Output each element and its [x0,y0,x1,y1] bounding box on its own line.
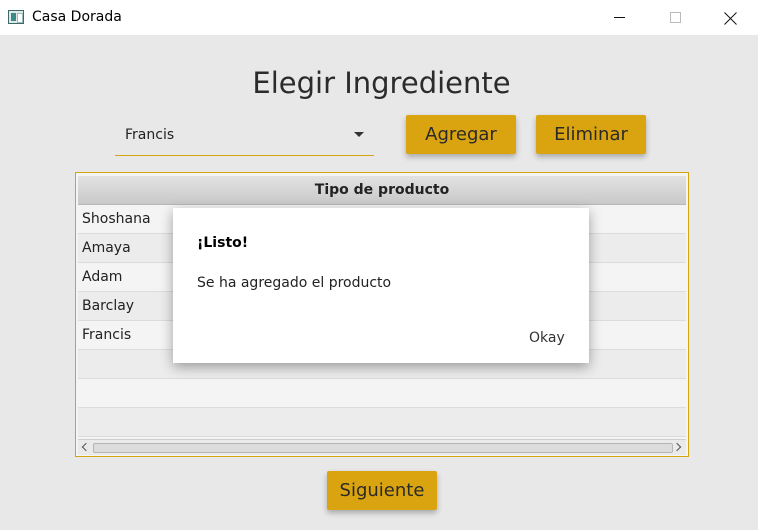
dialog-message: Se ha agregado el producto [197,275,392,291]
maximize-button[interactable] [652,0,698,35]
window-title: Casa Dorada [32,9,122,25]
close-button[interactable] [708,0,754,35]
add-button[interactable]: Agregar [406,115,516,154]
chevron-down-icon[interactable] [354,132,364,137]
title-bar: Casa Dorada [0,0,758,35]
okay-button[interactable]: Okay [529,330,565,346]
delete-button[interactable]: Eliminar [536,115,646,154]
scrollbar-thumb[interactable] [93,443,673,453]
confirmation-dialog: ¡Listo! Se ha agregado el producto Okay [173,208,589,363]
minimize-icon [613,17,625,18]
page-title: Elegir Ingrediente [252,66,511,100]
maximize-icon [669,12,681,23]
horizontal-scrollbar[interactable] [78,439,686,455]
app-icon [8,10,24,24]
dialog-title: ¡Listo! [197,235,249,251]
table-row[interactable] [78,408,686,437]
scroll-left-icon[interactable] [81,442,91,452]
next-button[interactable]: Siguiente [327,471,437,510]
table-row[interactable] [78,379,686,408]
minimize-button[interactable] [596,0,642,35]
close-icon [724,11,738,25]
column-header-product-type[interactable]: Tipo de producto [78,176,686,205]
combo-selected-value: Francis [125,127,175,143]
scroll-right-icon[interactable] [672,442,682,452]
ingredient-combo[interactable]: Francis [115,115,374,156]
